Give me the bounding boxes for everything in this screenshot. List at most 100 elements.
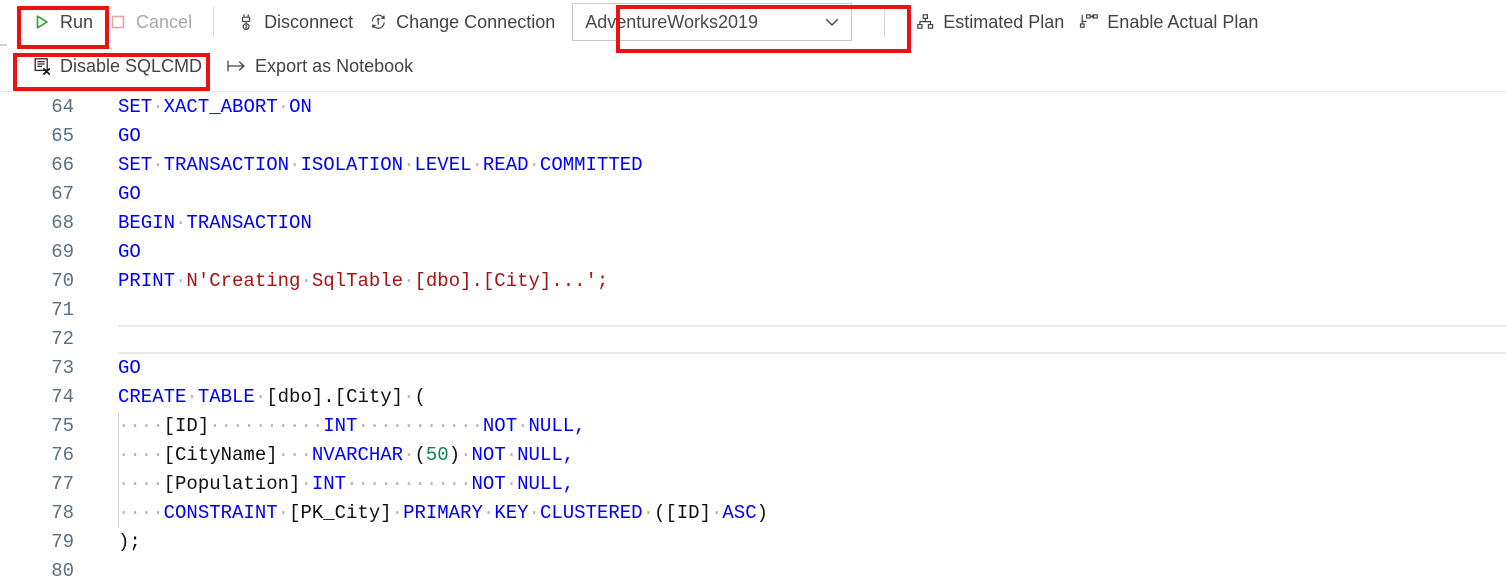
code-token: SET [118, 96, 152, 118]
disable-sqlcmd-button[interactable]: Disable SQLCMD [24, 51, 209, 81]
change-connection-label: Change Connection [396, 12, 555, 33]
code-line[interactable]: 67GO [0, 180, 1506, 209]
code-token: · [175, 270, 186, 292]
code-token: READ [483, 154, 529, 176]
line-number: 79 [0, 528, 74, 557]
code-line-text: ); [118, 528, 141, 557]
code-token: ···· [118, 502, 164, 524]
code-token: INT [312, 473, 346, 495]
export-as-notebook-label: Export as Notebook [255, 56, 413, 77]
code-token: TRANSACTION [186, 212, 311, 234]
line-number: 70 [0, 267, 74, 296]
code-line[interactable]: 77····[Population]·INT···········NOT·NUL… [0, 470, 1506, 499]
code-token: NULL, [529, 415, 586, 437]
enable-actual-plan-button[interactable]: Enable Actual Plan [1071, 7, 1265, 37]
code-line[interactable]: 70PRINT·N'Creating·SqlTable·[dbo].[City]… [0, 267, 1506, 296]
disconnect-button[interactable]: Disconnect [228, 7, 360, 37]
code-token: COMMITTED [540, 154, 643, 176]
code-token: ··· [278, 444, 312, 466]
code-line[interactable]: 72 [0, 325, 1506, 354]
toolbar-row-secondary: Disable SQLCMD Export as Notebook [0, 46, 1506, 86]
refresh-connection-icon [367, 12, 389, 32]
code-token: ISOLATION [300, 154, 403, 176]
estimated-plan-label: Estimated Plan [943, 12, 1064, 33]
database-dropdown-value: AdventureWorks2019 [585, 12, 758, 33]
code-line-text: ····[Population]·INT···········NOT·NULL, [118, 470, 574, 499]
code-line[interactable]: 64SET·XACT_ABORT·ON [0, 93, 1506, 122]
code-line-text: GO [118, 180, 141, 209]
code-line[interactable]: 68BEGIN·TRANSACTION [0, 209, 1506, 238]
code-token: · [278, 96, 289, 118]
line-number: 65 [0, 122, 74, 151]
code-line[interactable]: 79); [0, 528, 1506, 557]
code-token: NOT [483, 415, 517, 437]
code-line[interactable]: 80 [0, 557, 1506, 586]
code-token: [dbo].[City] [266, 386, 403, 408]
chevron-down-icon [823, 13, 841, 31]
code-token: ( [654, 502, 665, 524]
estimated-plan-icon [914, 12, 936, 32]
code-line[interactable]: 65 GO [0, 122, 1506, 151]
code-line[interactable]: 66SET·TRANSACTION·ISOLATION·LEVEL·READ·C… [0, 151, 1506, 180]
estimated-plan-button[interactable]: Estimated Plan [907, 7, 1071, 37]
code-token: [Population] [164, 473, 301, 495]
code-line-text: GO [118, 122, 141, 151]
cancel-label: Cancel [136, 12, 192, 33]
code-token: · [300, 270, 311, 292]
code-line-text: BEGIN·TRANSACTION [118, 209, 312, 238]
toolbar-separator-2 [884, 7, 885, 37]
code-token: · [403, 154, 414, 176]
line-number: 64 [0, 93, 74, 122]
database-dropdown[interactable]: AdventureWorks2019 [572, 3, 852, 41]
code-line[interactable]: 74CREATE·TABLE·[dbo].[City]·( [0, 383, 1506, 412]
line-number: 66 [0, 151, 74, 180]
code-token: INT [323, 415, 357, 437]
code-line-text: ····[CityName]···NVARCHAR·(50)·NOT·NULL, [118, 441, 574, 470]
code-token: · [506, 444, 517, 466]
code-lines-container[interactable]: 64SET·XACT_ABORT·ON65GO66SET·TRANSACTION… [0, 93, 1506, 586]
code-token: PRIMARY [403, 502, 483, 524]
cancel-button[interactable]: Cancel [100, 7, 199, 37]
stop-square-icon [107, 12, 129, 32]
code-line[interactable]: 71 [0, 296, 1506, 325]
code-line-text: SET·TRANSACTION·ISOLATION·LEVEL·READ·COM… [118, 151, 643, 180]
code-line[interactable]: 76····[CityName]···NVARCHAR·(50)·NOT·NUL… [0, 441, 1506, 470]
code-token: · [403, 270, 414, 292]
toolbar-separator-1 [213, 7, 214, 37]
code-token: ···· [118, 415, 164, 437]
line-number: 78 [0, 499, 74, 528]
code-token: CREATE [118, 386, 186, 408]
code-token: ASC [722, 502, 756, 524]
code-line[interactable]: 69 GO [0, 238, 1506, 267]
line-number: 80 [0, 557, 74, 586]
code-token: ··········· [357, 415, 482, 437]
code-token: N'Creating [186, 270, 300, 292]
code-token: PRINT [118, 270, 175, 292]
run-button[interactable]: Run [24, 7, 100, 37]
export-as-notebook-button[interactable]: Export as Notebook [219, 51, 420, 81]
code-line[interactable]: 75····[ID]··········INT···········NOT·NU… [0, 412, 1506, 441]
code-token: [CityName] [164, 444, 278, 466]
code-token: · [517, 415, 528, 437]
code-token: NOT [471, 473, 505, 495]
code-token: GO [118, 241, 141, 263]
line-number: 77 [0, 470, 74, 499]
code-token: TRANSACTION [164, 154, 289, 176]
enable-actual-plan-label: Enable Actual Plan [1107, 12, 1258, 33]
code-token: · [403, 386, 414, 408]
code-token: LEVEL [414, 154, 471, 176]
code-token: · [300, 473, 311, 495]
code-line[interactable]: 78····CONSTRAINT·[PK_City]·PRIMARY·KEY·C… [0, 499, 1506, 528]
code-token: ) [757, 502, 768, 524]
run-label: Run [60, 12, 93, 33]
code-line[interactable]: 73GO [0, 354, 1506, 383]
sql-code-editor[interactable]: 64SET·XACT_ABORT·ON65GO66SET·TRANSACTION… [0, 93, 1506, 586]
code-token: KEY [494, 502, 528, 524]
code-token: NULL, [517, 444, 574, 466]
change-connection-button[interactable]: Change Connection [360, 7, 562, 37]
line-number: 71 [0, 296, 74, 325]
code-token: NOT [472, 444, 506, 466]
line-number: 69 [0, 238, 74, 267]
code-token: · [506, 473, 517, 495]
code-token: BEGIN [118, 212, 175, 234]
